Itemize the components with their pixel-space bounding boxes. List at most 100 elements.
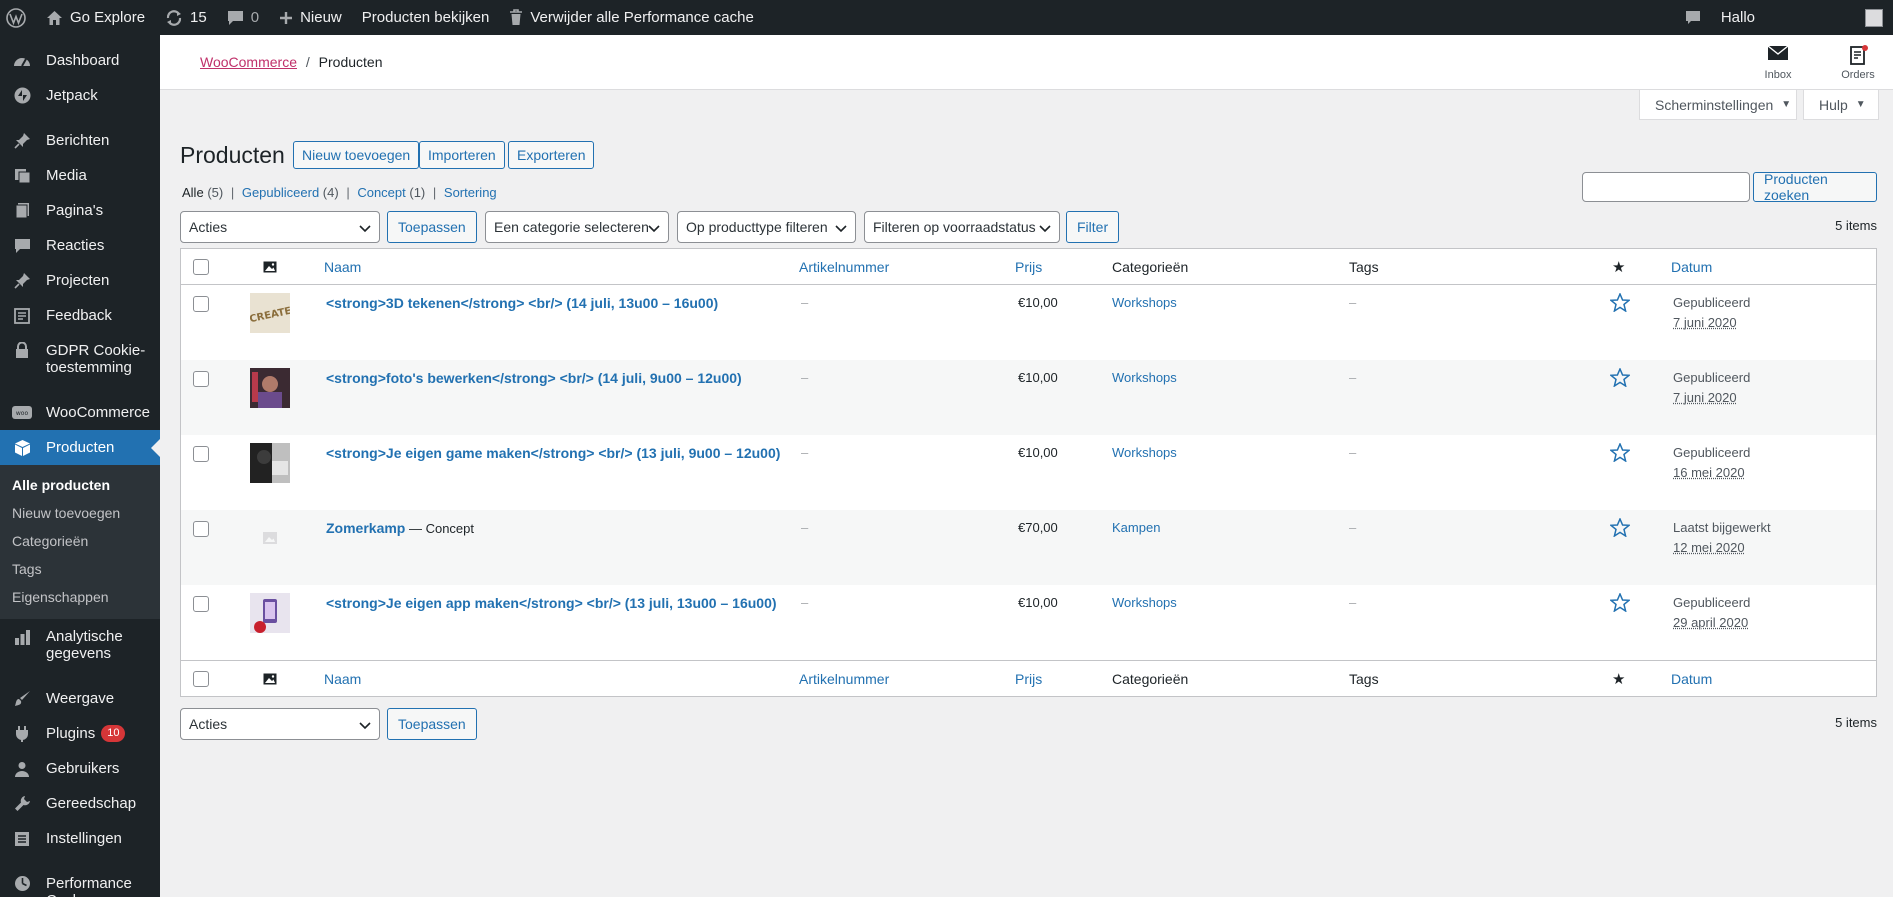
product-category-link[interactable]: Workshops [1112, 445, 1177, 460]
sidebar-item-performance-cache[interactable]: Performance Cache [0, 866, 160, 897]
view-products-link[interactable]: Producten bekijken [352, 0, 500, 35]
row-checkbox[interactable] [193, 296, 209, 312]
sidebar-item-posts[interactable]: Berichten [0, 123, 160, 158]
featured-star-icon[interactable] [1610, 443, 1630, 465]
row-checkbox[interactable] [193, 521, 209, 537]
select-all-checkbox-footer[interactable] [193, 671, 209, 687]
category-filter-value: Een categorie selecteren [494, 219, 649, 235]
sidebar-item-projects[interactable]: Projecten [0, 263, 160, 298]
product-thumbnail[interactable]: CREATE [250, 293, 290, 333]
plugins-update-badge: 10 [101, 725, 125, 742]
add-new-button[interactable]: Nieuw toevoegen [293, 141, 419, 169]
submenu-all-products[interactable]: Alle producten [0, 471, 160, 499]
import-button[interactable]: Importeren [419, 141, 505, 169]
my-account-link[interactable]: Hallo [1711, 0, 1893, 35]
lock-icon [10, 342, 34, 359]
sidebar-item-label: Media [46, 167, 87, 184]
sidebar-item-feedback[interactable]: Feedback [0, 298, 160, 333]
product-category-link[interactable]: Workshops [1112, 595, 1177, 610]
row-checkbox[interactable] [193, 596, 209, 612]
featured-star-icon[interactable] [1610, 518, 1630, 540]
product-thumbnail[interactable] [250, 593, 290, 633]
avatar [1865, 9, 1883, 27]
column-featured-star-icon[interactable]: ★ [1612, 258, 1625, 276]
sidebar-item-appearance[interactable]: Weergave [0, 681, 160, 716]
bulk-actions-select[interactable]: Acties [180, 211, 380, 243]
sidebar-item-settings[interactable]: Instellingen [0, 821, 160, 856]
product-category-link[interactable]: Kampen [1112, 520, 1160, 535]
search-products-button[interactable]: Producten zoeken [1753, 172, 1877, 202]
stock-status-filter-select[interactable]: Filteren op voorraadstatus [864, 211, 1060, 243]
product-category-link[interactable]: Workshops [1112, 370, 1177, 385]
updates-link[interactable]: 15 [155, 0, 217, 35]
submenu-categories[interactable]: Categorieën [0, 527, 160, 555]
featured-star-icon[interactable] [1610, 593, 1630, 615]
view-sorting[interactable]: Sortering [444, 185, 497, 200]
column-price[interactable]: Prijs [1015, 259, 1042, 275]
view-draft[interactable]: Concept (1) [357, 185, 425, 200]
row-checkbox[interactable] [193, 371, 209, 387]
product-name-link[interactable]: <strong>3D tekenen</strong> <br/> (14 ju… [326, 295, 718, 311]
orders-button[interactable]: Orders [1823, 44, 1893, 81]
help-button[interactable]: Hulp ▼ [1803, 90, 1879, 120]
orders-icon [1823, 44, 1893, 66]
category-filter-select[interactable]: Een categorie selecteren [485, 211, 669, 243]
product-name-link[interactable]: <strong>Je eigen app maken</strong> <br/… [326, 595, 777, 611]
new-content-link[interactable]: Nieuw [269, 0, 352, 35]
sidebar-item-products[interactable]: Producten [0, 430, 160, 465]
apply-button[interactable]: Toepassen [387, 211, 477, 243]
inbox-button[interactable]: Inbox [1743, 44, 1813, 81]
screen-options-button[interactable]: Scherminstellingen ▼ [1639, 90, 1797, 120]
product-name-link[interactable]: Zomerkamp [326, 520, 405, 536]
product-category-link[interactable]: Workshops [1112, 295, 1177, 310]
sidebar-item-pages[interactable]: Pagina's [0, 193, 160, 228]
notification-icon[interactable] [1675, 0, 1711, 35]
wordpress-logo-icon[interactable] [0, 0, 36, 35]
product-type-filter-select[interactable]: Op producttype filteren [677, 211, 856, 243]
sidebar-item-analytics[interactable]: Analytische gegevens [0, 619, 160, 671]
sidebar-item-gdpr[interactable]: GDPR Cookie-toestemming [0, 333, 160, 385]
sidebar-item-tools[interactable]: Gereedschap [0, 786, 160, 821]
column-featured-star-icon[interactable]: ★ [1612, 670, 1625, 688]
filter-button[interactable]: Filter [1066, 211, 1119, 243]
comments-link[interactable]: 0 [217, 0, 269, 35]
column-date[interactable]: Datum [1671, 259, 1712, 275]
purge-cache-link[interactable]: Verwijder alle Performance cache [499, 0, 763, 35]
column-sku[interactable]: Artikelnummer [799, 259, 889, 275]
featured-star-icon[interactable] [1610, 368, 1630, 390]
column-name[interactable]: Naam [324, 259, 361, 275]
product-name-link[interactable]: <strong>Je eigen game maken</strong> <br… [326, 445, 780, 461]
sidebar-item-plugins[interactable]: Plugins 10 [0, 716, 160, 751]
search-input[interactable] [1582, 172, 1750, 202]
sidebar-item-media[interactable]: Media [0, 158, 160, 193]
column-name[interactable]: Naam [324, 671, 361, 687]
view-all[interactable]: Alle (5) [182, 185, 223, 200]
placeholder-image-icon[interactable] [250, 518, 290, 558]
submenu-tags[interactable]: Tags [0, 555, 160, 583]
column-price[interactable]: Prijs [1015, 671, 1042, 687]
product-thumbnail[interactable] [250, 443, 290, 483]
sidebar-item-comments[interactable]: Reacties [0, 228, 160, 263]
submenu-add-new[interactable]: Nieuw toevoegen [0, 499, 160, 527]
dashboard-icon [10, 52, 34, 69]
featured-star-icon[interactable] [1610, 293, 1630, 315]
sidebar-item-users[interactable]: Gebruikers [0, 751, 160, 786]
export-button[interactable]: Exporteren [508, 141, 594, 169]
sidebar-item-jetpack[interactable]: Jetpack [0, 78, 160, 113]
site-name-link[interactable]: Go Explore [36, 0, 155, 35]
product-thumbnail[interactable] [250, 368, 290, 408]
view-published[interactable]: Gepubliceerd (4) [242, 185, 339, 200]
purge-cache-label: Verwijder alle Performance cache [530, 9, 753, 26]
breadcrumb-woocommerce-link[interactable]: WooCommerce [200, 54, 297, 70]
bulk-actions-select-bottom[interactable]: Acties [180, 708, 380, 740]
product-name-link[interactable]: <strong>foto's bewerken</strong> <br/> (… [326, 370, 742, 386]
table-header: Naam Artikelnummer Prijs Categorieën Tag… [181, 249, 1876, 285]
select-all-checkbox[interactable] [193, 259, 209, 275]
column-sku[interactable]: Artikelnummer [799, 671, 889, 687]
row-checkbox[interactable] [193, 446, 209, 462]
sidebar-item-dashboard[interactable]: Dashboard [0, 43, 160, 78]
column-date[interactable]: Datum [1671, 671, 1712, 687]
submenu-attributes[interactable]: Eigenschappen [0, 583, 160, 611]
apply-button-bottom[interactable]: Toepassen [387, 708, 477, 740]
sidebar-item-woocommerce[interactable]: woo WooCommerce [0, 395, 160, 430]
